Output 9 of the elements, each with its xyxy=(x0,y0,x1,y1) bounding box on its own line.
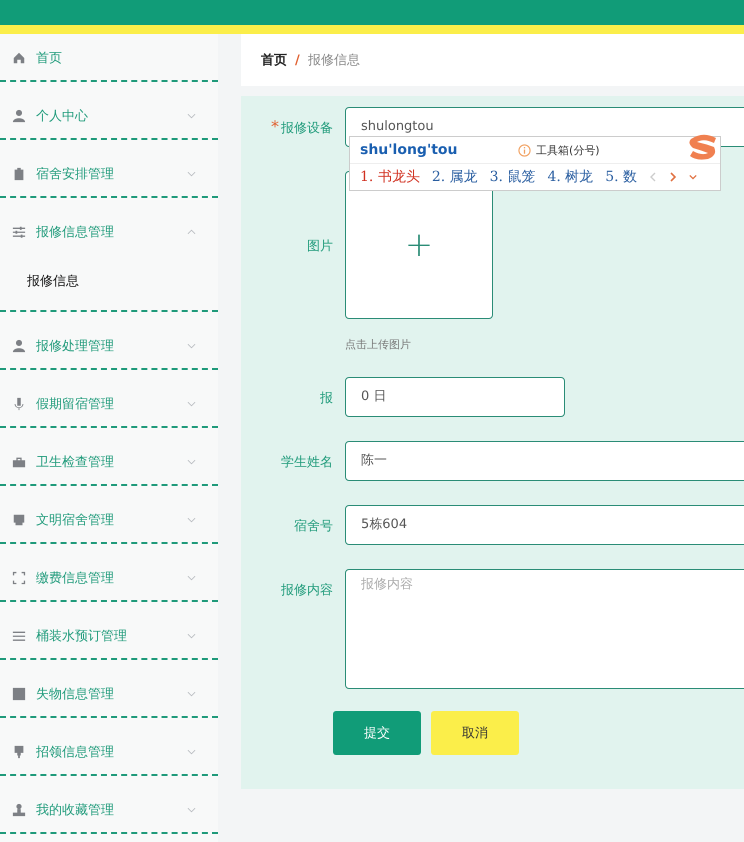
field-label: 学生姓名 xyxy=(281,455,333,470)
field-label: 报修内容 xyxy=(281,583,333,598)
upload-hint: 点击上传图片 xyxy=(345,337,411,352)
field-label: 图片 xyxy=(307,239,333,254)
field-label: 报修设备 xyxy=(281,121,333,136)
field-label: 宿舍号 xyxy=(294,519,333,534)
required-mark: * xyxy=(271,117,279,136)
field-label: 报 xyxy=(320,391,333,406)
breadcrumb-separator: / xyxy=(295,52,300,68)
